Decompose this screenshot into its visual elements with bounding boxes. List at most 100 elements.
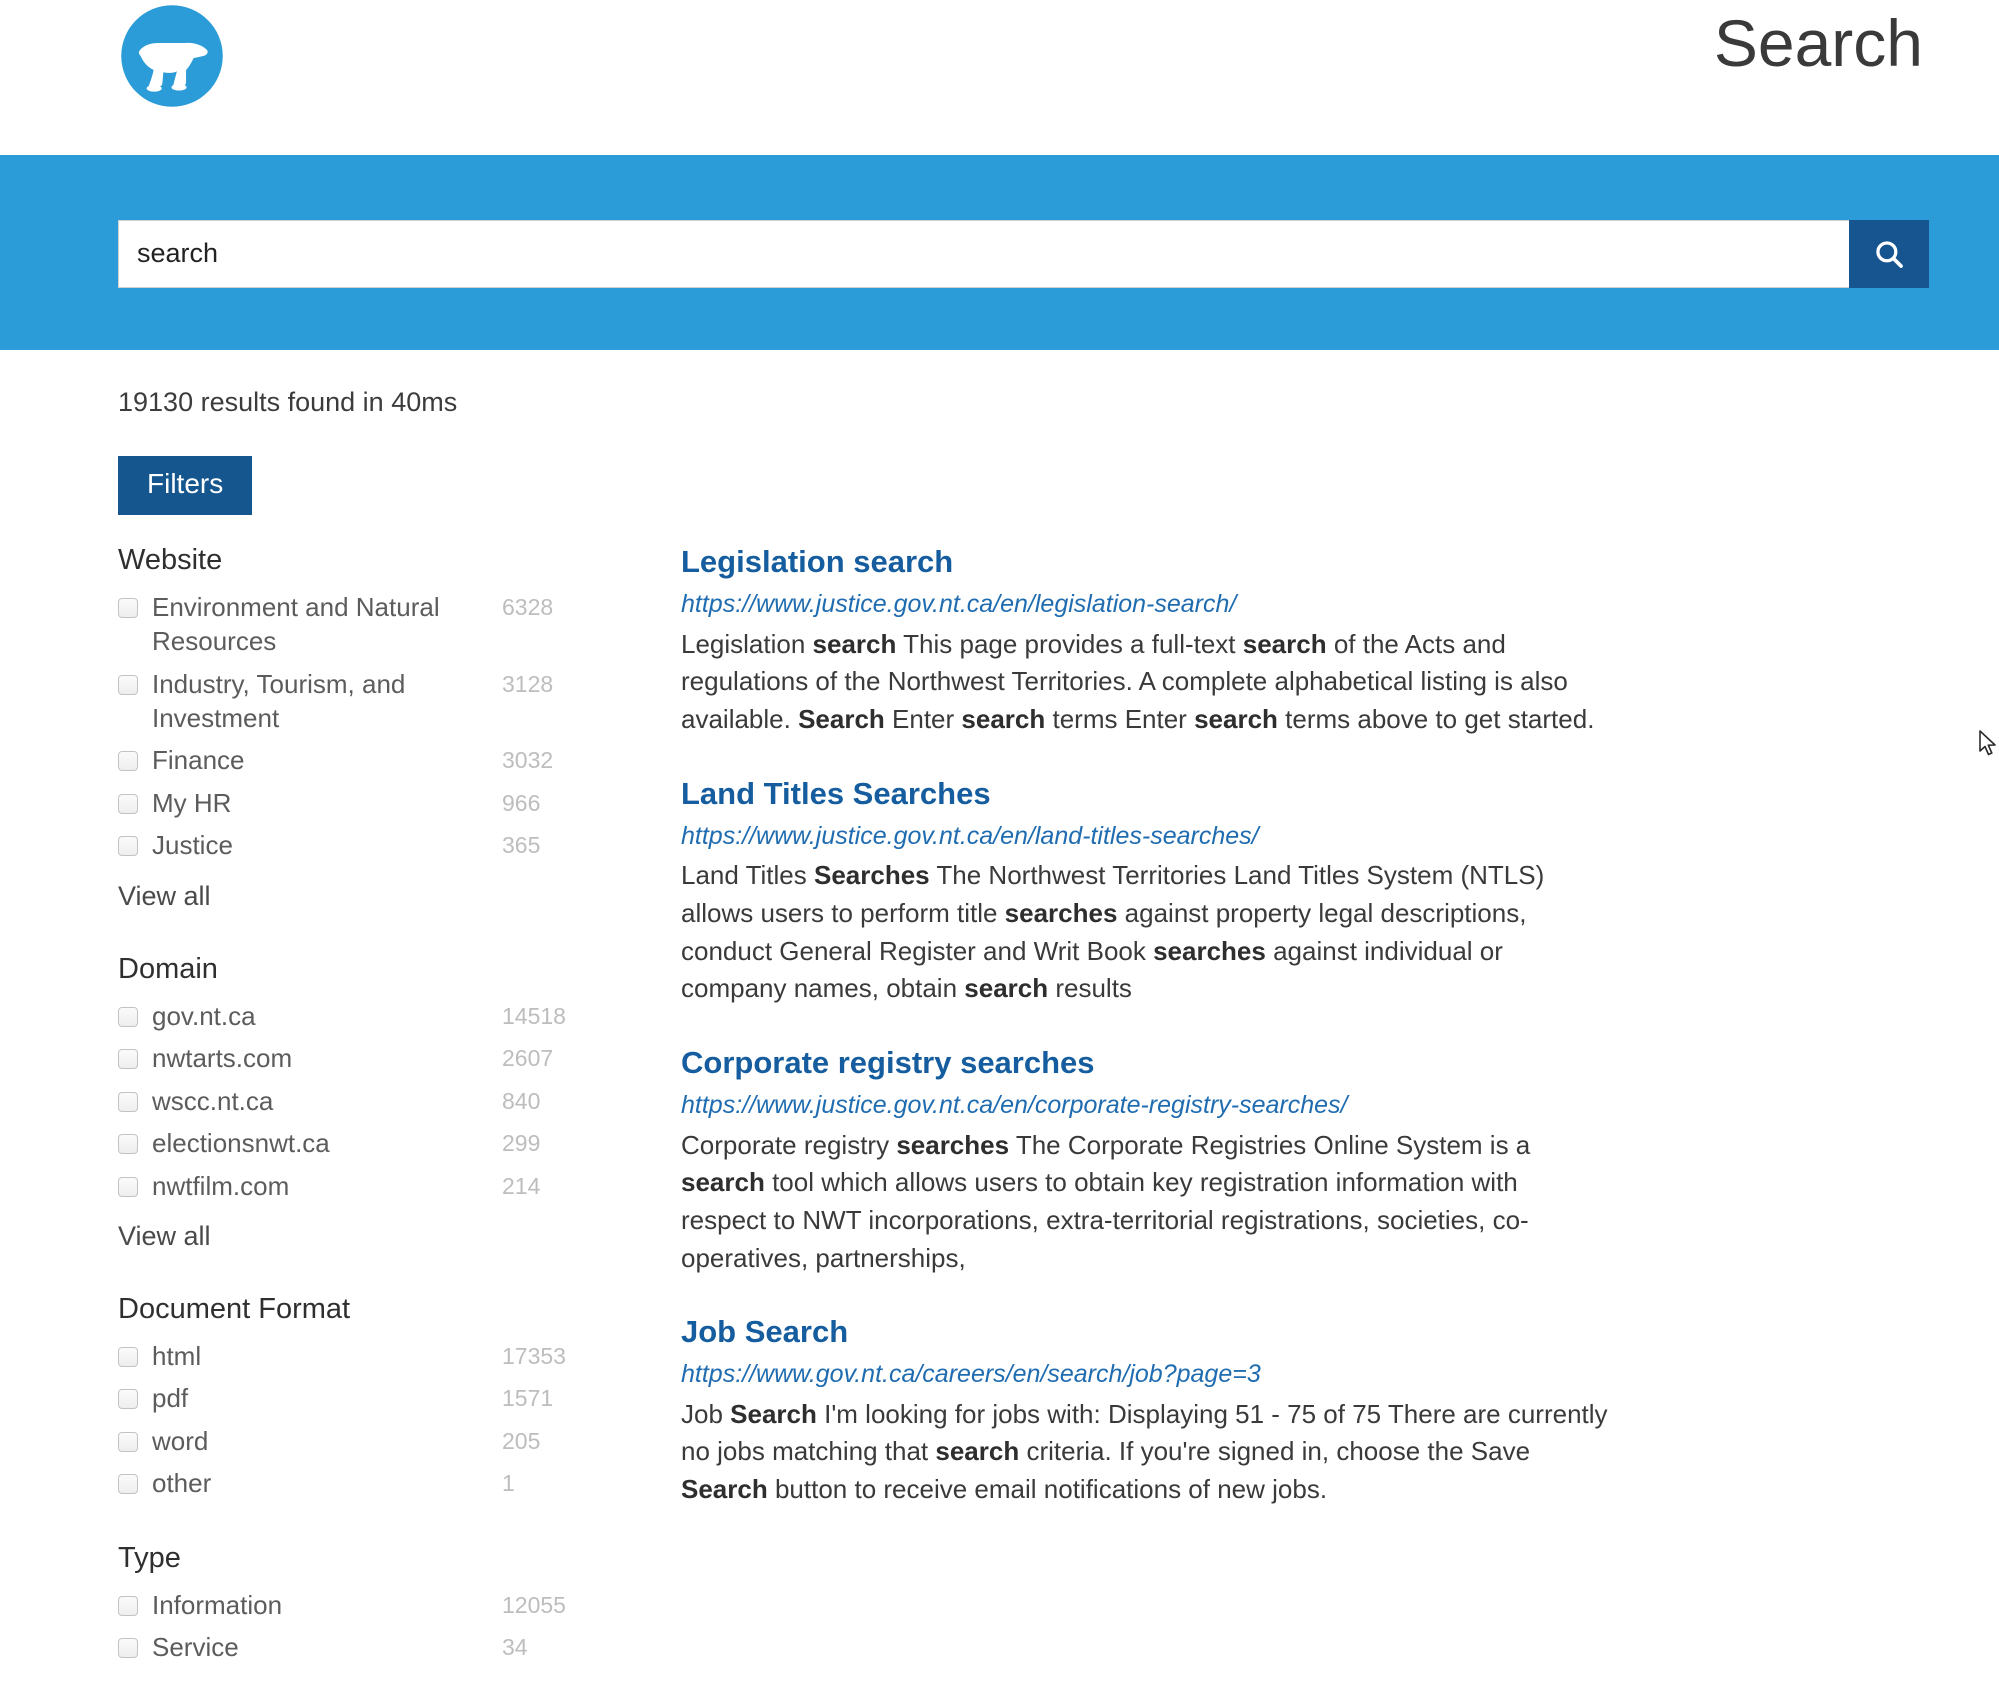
result-title-link[interactable]: Land Titles Searches: [681, 775, 991, 814]
facet-title: Document Format: [118, 1293, 351, 1326]
filters-sidebar: Website Environment and Natural Resource…: [118, 543, 663, 1704]
facet-option-label: Service: [152, 1632, 239, 1663]
checkbox-icon[interactable]: [118, 1006, 138, 1027]
checkbox-icon[interactable]: [118, 597, 138, 618]
facet-option-count: 840: [502, 1087, 541, 1114]
facet-option-label: wscc.nt.ca: [152, 1085, 274, 1116]
facet-option-label: Justice: [152, 830, 233, 861]
result-title-link[interactable]: Corporate registry searches: [681, 1044, 1095, 1083]
checkbox-icon[interactable]: [118, 674, 138, 695]
checkbox-icon[interactable]: [118, 793, 138, 814]
checkbox-icon[interactable]: [118, 1431, 138, 1452]
facet-option[interactable]: Service 34: [118, 1630, 623, 1665]
facet-option-count: 365: [502, 832, 541, 859]
facet-option[interactable]: nwtarts.com 2607: [118, 1041, 623, 1076]
result-url-link[interactable]: https://www.justice.gov.nt.ca/en/land-ti…: [681, 820, 1608, 854]
facet-option-count: 299: [502, 1130, 541, 1157]
facet-option[interactable]: electionsnwt.ca 299: [118, 1126, 623, 1161]
filters-button[interactable]: Filters: [118, 456, 253, 516]
facet-option[interactable]: pdf 1571: [118, 1381, 623, 1416]
checkbox-icon[interactable]: [118, 836, 138, 857]
checkbox-icon[interactable]: [118, 1389, 138, 1410]
result-url-link[interactable]: https://www.gov.nt.ca/careers/en/search/…: [681, 1358, 1608, 1392]
search-result-item: Legislation search https://www.justice.g…: [681, 543, 1608, 739]
facet-group-document-format: Document Format html 17353 pdf 1571 word…: [118, 1292, 623, 1501]
page-title: Search: [1713, 6, 1923, 80]
facet-option[interactable]: wscc.nt.ca 840: [118, 1084, 623, 1119]
facet-option-label: Information: [152, 1589, 283, 1620]
facet-option-count: 12055: [502, 1591, 566, 1618]
search-icon: [1876, 240, 1903, 268]
facet-option-label: nwtfilm.com: [152, 1170, 290, 1201]
result-title-link[interactable]: Job Search: [681, 1313, 848, 1352]
facet-option[interactable]: nwtfilm.com 214: [118, 1169, 623, 1204]
search-submit-button[interactable]: [1849, 219, 1929, 288]
search-input[interactable]: [118, 219, 1849, 288]
facet-title: Domain: [118, 952, 218, 985]
facet-option-count: 2607: [502, 1045, 554, 1072]
search-results-list: Legislation search https://www.justice.g…: [663, 543, 1668, 1545]
result-snippet: Land Titles Searches The Northwest Terri…: [681, 860, 1545, 1004]
checkbox-icon[interactable]: [118, 1091, 138, 1112]
facet-group-type: Type Information 12055 Service 34: [118, 1541, 623, 1665]
facet-option[interactable]: other 1: [118, 1466, 623, 1501]
checkbox-icon[interactable]: [118, 1176, 138, 1197]
page-header: Search: [0, 0, 1999, 155]
facet-option[interactable]: Industry, Tourism, and Investment 3128: [118, 667, 623, 736]
view-all-link-domain[interactable]: View all: [118, 1221, 211, 1252]
facet-option[interactable]: gov.nt.ca 14518: [118, 999, 623, 1034]
checkbox-icon[interactable]: [118, 1595, 138, 1616]
facet-option-label: other: [152, 1468, 212, 1499]
facet-title: Website: [118, 544, 223, 577]
checkbox-icon[interactable]: [118, 1134, 138, 1155]
result-url-link[interactable]: https://www.justice.gov.nt.ca/en/legisla…: [681, 588, 1608, 622]
facet-option[interactable]: Finance 3032: [118, 743, 623, 778]
facet-option-label: pdf: [152, 1383, 189, 1414]
facet-option-count: 14518: [502, 1002, 566, 1029]
facet-option-count: 205: [502, 1427, 541, 1454]
facet-group-website: Website Environment and Natural Resource…: [118, 543, 623, 912]
facet-option[interactable]: Justice 365: [118, 828, 623, 863]
facet-option-count: 214: [502, 1172, 541, 1199]
facet-option-label: My HR: [152, 787, 232, 818]
facet-option-count: 3128: [502, 670, 554, 697]
results-summary: 19130 results found in 40ms: [118, 387, 458, 417]
facet-option-count: 17353: [502, 1342, 566, 1369]
result-snippet: Legislation search This page provides a …: [681, 628, 1595, 735]
checkbox-icon[interactable]: [118, 1346, 138, 1367]
checkbox-icon[interactable]: [118, 1474, 138, 1495]
facet-option-count: 966: [502, 789, 541, 816]
facet-option-count: 1: [502, 1470, 515, 1497]
result-title-link[interactable]: Legislation search: [681, 543, 953, 582]
search-result-item: Land Titles Searches https://www.justice…: [681, 775, 1608, 1008]
facet-option-label: Environment and Natural Resources: [152, 591, 440, 657]
checkbox-icon[interactable]: [118, 1638, 138, 1659]
facet-option-count: 1571: [502, 1385, 554, 1412]
result-snippet: Job Search I'm looking for jobs with: Di…: [681, 1398, 1608, 1505]
checkbox-icon[interactable]: [118, 751, 138, 772]
facet-option-count: 6328: [502, 593, 554, 620]
facet-option-label: Finance: [152, 745, 245, 776]
facet-option-count: 3032: [502, 747, 554, 774]
facet-option[interactable]: Environment and Natural Resources 6328: [118, 590, 623, 659]
result-url-link[interactable]: https://www.justice.gov.nt.ca/en/corpora…: [681, 1089, 1608, 1123]
search-band: [0, 155, 1999, 350]
content-columns: Website Environment and Natural Resource…: [118, 543, 1999, 1704]
facet-option[interactable]: Information 12055: [118, 1588, 623, 1623]
facet-option[interactable]: My HR 966: [118, 786, 623, 821]
facet-option[interactable]: html 17353: [118, 1339, 623, 1374]
page-content: 19130 results found in 40ms Filters Webs…: [0, 350, 1999, 1705]
search-form: [0, 219, 1999, 288]
facet-option-label: gov.nt.ca: [152, 1000, 256, 1031]
facet-option-label: html: [152, 1340, 202, 1371]
view-all-link-website[interactable]: View all: [118, 881, 211, 912]
polar-bear-logo-icon: [121, 5, 223, 107]
search-result-item: Job Search https://www.gov.nt.ca/careers…: [681, 1313, 1608, 1509]
site-logo[interactable]: [118, 2, 226, 110]
checkbox-icon[interactable]: [118, 1049, 138, 1070]
facet-option[interactable]: word 205: [118, 1424, 623, 1459]
result-snippet: Corporate registry searches The Corporat…: [681, 1129, 1531, 1273]
facet-group-domain: Domain gov.nt.ca 14518 nwtarts.com 2607 …: [118, 952, 623, 1252]
facet-option-count: 34: [502, 1634, 528, 1661]
search-result-item: Corporate registry searches https://www.…: [681, 1044, 1608, 1277]
